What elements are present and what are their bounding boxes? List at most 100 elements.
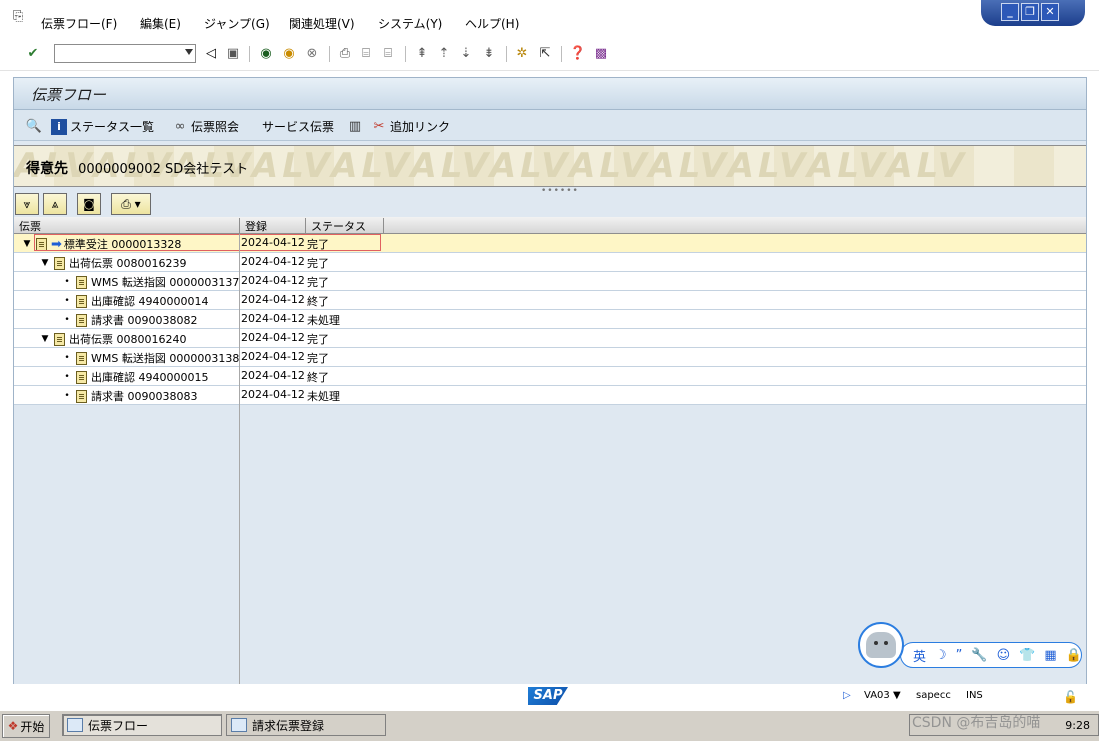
status-lock-icon[interactable]: 🔓 xyxy=(1063,690,1078,704)
tree-node[interactable]: ▼ 出荷伝票 0080016239 xyxy=(40,255,186,271)
find-button[interactable]: ◙ xyxy=(77,193,101,215)
tree-node[interactable]: ▼ 出荷伝票 0080016240 xyxy=(40,331,186,347)
expand-node-icon[interactable]: ▼ xyxy=(22,239,32,249)
new-session-icon[interactable]: ✲ xyxy=(514,45,530,61)
chart-icon-button[interactable]: ▥ xyxy=(347,118,366,134)
next-page-icon[interactable]: ⇣ xyxy=(458,45,474,61)
back-icon[interactable]: ◉ xyxy=(258,45,274,61)
document-label[interactable]: WMS 転送指図 0000003137 xyxy=(91,274,239,290)
service-document-button[interactable]: サービス伝票 xyxy=(262,118,334,135)
minimize-icon[interactable]: _ xyxy=(1001,3,1019,21)
additional-links-button[interactable]: ✂ 追加リンク xyxy=(371,118,450,135)
binoculars-icon: ◙ xyxy=(83,197,95,211)
document-icon xyxy=(76,370,87,384)
tree-row[interactable]: ▼ 出荷伝票 0080016240 2024-04-12 完了 xyxy=(14,329,1086,348)
status-mode: INS xyxy=(966,690,983,701)
punctuation-icon[interactable]: ” xyxy=(956,648,963,663)
command-input[interactable] xyxy=(55,45,181,60)
document-label[interactable]: 出荷伝票 0080016239 xyxy=(69,255,186,271)
tree-row[interactable]: • 出庫確認 4940000014 2024-04-12 終了 xyxy=(14,291,1086,310)
menu-system[interactable]: システム(Y) xyxy=(378,15,442,32)
leaf-bullet-icon: • xyxy=(64,277,70,287)
tree-row[interactable]: • WMS 転送指図 0000003137 2024-04-12 完了 xyxy=(14,272,1086,291)
back-triangle-icon[interactable]: ◁ xyxy=(203,45,219,61)
find-icon[interactable]: ⌸ xyxy=(358,45,374,61)
status-expand-icon[interactable]: ▷ xyxy=(843,690,851,701)
tree-row[interactable]: • WMS 転送指図 0000003138 2024-04-12 完了 xyxy=(14,348,1086,367)
document-label[interactable]: 出庫確認 4940000015 xyxy=(91,369,208,385)
collapse-button[interactable]: ⩓ xyxy=(43,193,67,215)
shirt-icon[interactable]: 👕 xyxy=(1019,648,1035,663)
menu-environment[interactable]: 関連処理(V) xyxy=(289,15,355,32)
tree-row[interactable]: ▼ ➡ 標準受注 0000013328 2024-04-12 完了 xyxy=(14,234,1086,253)
document-label[interactable]: 請求書 0090038082 xyxy=(91,312,197,328)
expand-node-icon[interactable]: ▼ xyxy=(40,258,50,268)
document-label[interactable]: WMS 転送指図 0000003138 xyxy=(91,350,239,366)
tree-node[interactable]: • WMS 転送指図 0000003137 xyxy=(62,274,239,290)
restore-icon[interactable]: ❐ xyxy=(1021,3,1039,21)
previous-page-icon[interactable]: ⇡ xyxy=(436,45,452,61)
status-dropdown-icon[interactable]: ▼ xyxy=(893,690,901,701)
window-icon xyxy=(231,718,247,732)
exit-icon[interactable]: ◉ xyxy=(281,45,297,61)
tree-node[interactable]: • 請求書 0090038083 xyxy=(62,388,197,404)
print-button[interactable]: ⎙ ▾ xyxy=(111,193,151,215)
status-server: sapecc xyxy=(916,690,951,701)
shortcut-icon[interactable]: ⇱ xyxy=(537,45,553,61)
save-icon[interactable]: ▣ xyxy=(225,45,241,61)
menu-edit[interactable]: 編集(E) xyxy=(140,15,181,32)
tree-row[interactable]: ▼ 出荷伝票 0080016239 2024-04-12 完了 xyxy=(14,253,1086,272)
tree-node[interactable]: • 請求書 0090038082 xyxy=(62,312,197,328)
first-page-icon[interactable]: ⇞ xyxy=(414,45,430,61)
ime-avatar[interactable] xyxy=(858,622,904,668)
moon-icon[interactable]: ☽ xyxy=(935,648,947,663)
tree-row[interactable]: • 請求書 0090038083 2024-04-12 未処理 xyxy=(14,386,1086,405)
task-document-flow[interactable]: 伝票フロー xyxy=(62,714,222,736)
column-divider xyxy=(239,234,240,684)
menu-goto[interactable]: ジャンプ(G) xyxy=(204,15,270,32)
ime-language[interactable]: 英 xyxy=(913,646,926,665)
layout-menu-icon[interactable]: ▩ xyxy=(593,45,609,61)
document-status: 完了 xyxy=(307,276,329,289)
document-display-button[interactable]: ∞ 伝票照会 xyxy=(172,118,239,135)
start-button[interactable]: ❖ 开始 xyxy=(2,714,50,738)
document-label[interactable]: 請求書 0090038083 xyxy=(91,388,197,404)
print-icon[interactable]: ⎙ xyxy=(337,45,353,61)
menu-document-flow[interactable]: 伝票フロー(F) xyxy=(41,15,117,32)
command-field[interactable] xyxy=(54,44,196,63)
printer-icon: ⎙ ▾ xyxy=(121,196,141,211)
document-label[interactable]: 出荷伝票 0080016240 xyxy=(69,331,186,347)
menu-help[interactable]: ヘルプ(H) xyxy=(465,15,519,32)
smiley-icon[interactable]: ☺ xyxy=(997,648,1011,663)
tree-node[interactable]: • WMS 転送指図 0000003138 xyxy=(62,350,239,366)
created-date: 2024-04-12 xyxy=(241,255,305,268)
help-icon[interactable]: ❓ xyxy=(570,45,586,61)
sap-menu-icon[interactable]: ⎘ xyxy=(13,10,27,23)
column-header-created[interactable]: 登録 xyxy=(240,218,306,233)
column-header-status[interactable]: ステータス xyxy=(306,218,384,233)
last-page-icon[interactable]: ⇟ xyxy=(481,45,497,61)
column-header-document[interactable]: 伝票 xyxy=(14,218,240,233)
tree-node[interactable]: • 出庫確認 4940000015 xyxy=(62,369,208,385)
document-label[interactable]: 出庫確認 4940000014 xyxy=(91,293,208,309)
tree-row[interactable]: • 請求書 0090038082 2024-04-12 未処理 xyxy=(14,310,1086,329)
enter-check-icon[interactable]: ✔ xyxy=(25,45,41,61)
expand-node-icon[interactable]: ▼ xyxy=(40,334,50,344)
close-icon[interactable]: ✕ xyxy=(1041,3,1059,21)
lock-icon[interactable]: 🔒 xyxy=(1066,648,1082,663)
grid-icon[interactable]: ▦ xyxy=(1044,648,1056,663)
cancel-icon[interactable]: ⊗ xyxy=(304,45,320,61)
tree-row[interactable]: • 出庫確認 4940000015 2024-04-12 終了 xyxy=(14,367,1086,386)
tree-node[interactable]: • 出庫確認 4940000014 xyxy=(62,293,208,309)
task-billing-create[interactable]: 請求伝票登録 xyxy=(226,714,386,736)
created-date: 2024-04-12 xyxy=(241,350,305,363)
chevron-down-icon[interactable] xyxy=(185,49,193,55)
expand-button[interactable]: ⩔ xyxy=(15,193,39,215)
tree-rows: ▼ ➡ 標準受注 0000013328 2024-04-12 完了 ▼ 出荷伝票 00800… xyxy=(14,234,1086,405)
status-list-button[interactable]: i ステータス一覧 xyxy=(51,118,154,135)
leaf-bullet-icon: • xyxy=(64,372,70,382)
find-next-icon[interactable]: ⌸ xyxy=(380,45,396,61)
display-icon-button[interactable]: 🔍 xyxy=(26,118,45,134)
ime-toolbar: 英 ☽ ” 🔧 ☺ 👕 ▦ 🔒 xyxy=(858,622,1084,670)
wrench-icon[interactable]: 🔧 xyxy=(971,648,987,663)
